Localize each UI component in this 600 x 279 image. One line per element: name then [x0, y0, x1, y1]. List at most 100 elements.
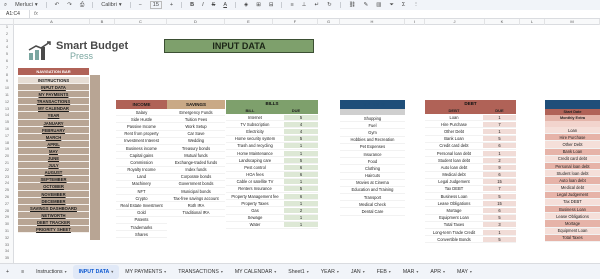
align-icon[interactable]: ≡ [290, 2, 293, 8]
debt-row[interactable]: Hire Purchase 7 [425, 121, 516, 129]
link-icon[interactable]: ⛓ [349, 2, 356, 8]
right-panel-item[interactable]: Other Debt [545, 141, 600, 149]
nav-link[interactable]: JANUARY [18, 119, 89, 127]
row-header[interactable]: 29 [0, 215, 14, 219]
row-header[interactable]: 11 [0, 93, 14, 97]
column-header[interactable]: D [167, 19, 225, 25]
debt-row[interactable]: Auto loan debt 9 [425, 164, 516, 172]
column-header[interactable]: E [225, 19, 273, 25]
nav-link[interactable]: TRANSACTIONS [18, 98, 89, 106]
debt-row[interactable]: Long-term Trade Credit 1 [425, 229, 516, 237]
right-panel-item[interactable]: Personal loan debt [545, 162, 600, 171]
debt-row[interactable]: Convertible Bonds 5 [425, 236, 516, 244]
bill-row[interactable]: Landscaping care 5 [226, 157, 318, 165]
income-item[interactable]: NFT [116, 188, 167, 196]
row-header[interactable]: 4 [0, 45, 14, 49]
debt-row[interactable]: Student loan debt 2 [425, 157, 516, 165]
tab-year[interactable]: YEAR ▾ [315, 265, 345, 279]
bill-row[interactable]: Water 1 [226, 222, 318, 229]
nav-link[interactable]: MY PAYMENTS [18, 91, 89, 99]
savings-item[interactable]: Car Save [167, 130, 225, 138]
income-item[interactable]: Real Estate Investment [116, 202, 167, 210]
font-size-increase-button[interactable]: + [170, 2, 173, 8]
nav-link[interactable]: INSTRUCTIONS [18, 77, 89, 85]
expenses-item[interactable]: Clothing [340, 165, 405, 173]
savings-item[interactable]: Wedding [167, 137, 225, 145]
row-header[interactable]: 17 [0, 134, 14, 138]
add-sheet-icon[interactable]: + [0, 265, 15, 279]
row-header[interactable]: 3 [0, 39, 14, 43]
tab-my-calendar[interactable]: MY CALENDAR ▾ [229, 265, 282, 279]
debt-row[interactable]: Tax DEBT 7 [425, 186, 516, 194]
row-header[interactable]: 34 [0, 249, 14, 253]
right-panel-item[interactable]: Credit card debt [545, 155, 600, 163]
tab-sheet1[interactable]: Sheet1 ▾ [282, 265, 314, 279]
income-item[interactable]: Land [116, 173, 167, 181]
zoom-icon[interactable]: ⌕ [4, 2, 7, 9]
bill-row[interactable]: Electricity 4 [226, 128, 318, 136]
row-header[interactable]: 25 [0, 188, 14, 192]
income-item[interactable]: Rent from property [116, 130, 167, 138]
expenses-item[interactable]: Shopping [340, 115, 405, 123]
income-item[interactable]: Passive Income [116, 123, 167, 131]
column-header[interactable]: C [115, 19, 167, 25]
redo-icon[interactable]: ↷ [67, 2, 72, 8]
right-panel-item[interactable]: Mortage [545, 220, 600, 228]
income-item[interactable]: Patents [116, 216, 167, 224]
savings-item[interactable]: Work Setup [167, 123, 225, 131]
nav-link[interactable]: DEBT TRACKER [18, 218, 89, 226]
right-panel-item[interactable]: Medical debt [545, 184, 600, 192]
row-header[interactable]: 12 [0, 100, 14, 104]
column-header[interactable]: B [90, 19, 115, 25]
row-header[interactable]: 31 [0, 229, 14, 233]
debt-row[interactable]: Lease Obligations 15 [425, 200, 516, 208]
savings-item[interactable]: Municipal bonds [167, 188, 225, 196]
savings-item[interactable]: Tax-free savings account [167, 195, 225, 203]
nav-link[interactable]: OCTOBER [18, 183, 89, 191]
nav-link[interactable]: INPUT DATA [18, 84, 89, 92]
row-header[interactable]: 6 [0, 59, 14, 63]
bill-row[interactable]: Property Taxes 1 [226, 200, 318, 208]
right-panel-item[interactable]: Legal Judgement [545, 191, 600, 199]
income-item[interactable]: Side Hustle [116, 116, 167, 124]
tab-my-payments[interactable]: MY PAYMENTS ▾ [119, 265, 172, 279]
bill-row[interactable]: HOA fees 6 [226, 172, 318, 179]
row-header[interactable]: 28 [0, 209, 14, 213]
more-icon[interactable]: ⋮ [413, 2, 419, 8]
bill-row[interactable]: Cable or satellite TV 1 [226, 179, 318, 186]
row-header[interactable]: 1 [0, 25, 14, 29]
nav-link[interactable]: AUGUST [18, 169, 89, 177]
expenses-item[interactable]: Transport [340, 194, 405, 202]
debt-row[interactable]: Loan 1 [425, 114, 516, 122]
row-header[interactable]: 15 [0, 120, 14, 124]
nav-link[interactable]: MY CALENDAR [18, 105, 89, 113]
debt-row[interactable]: Total Taxes 3 [425, 222, 516, 229]
nav-link[interactable]: PRIORITY SHEET [18, 225, 89, 234]
bill-row[interactable]: Internet 5 [226, 114, 318, 122]
income-item[interactable]: Crypto [116, 195, 167, 203]
nav-link[interactable]: YEAR [18, 112, 89, 120]
undo-icon[interactable]: ↶ [55, 2, 60, 8]
row-header[interactable]: 8 [0, 73, 14, 77]
right-panel-item[interactable]: Auto loan debt [545, 177, 600, 185]
income-item[interactable]: Business income [116, 144, 167, 153]
row-header[interactable]: 32 [0, 236, 14, 240]
row-header[interactable]: 27 [0, 202, 14, 206]
column-header[interactable]: F [273, 19, 318, 25]
expenses-item[interactable]: Food [340, 158, 405, 166]
row-header[interactable]: 19 [0, 147, 14, 151]
wrap-icon[interactable]: ↵ [314, 2, 319, 8]
expenses-item[interactable]: Dental Care [340, 208, 405, 216]
savings-item[interactable]: Index funds [167, 166, 225, 174]
row-header[interactable]: 14 [0, 113, 14, 117]
bill-row[interactable]: Renters Insurance 5 [226, 186, 318, 194]
savings-item[interactable]: Corporate bonds [167, 173, 225, 181]
expenses-item[interactable]: Pet Expenses [340, 143, 405, 151]
expenses-item[interactable]: Haircuts [340, 172, 405, 180]
savings-item[interactable]: Emergency Funds [167, 109, 225, 117]
right-panel-item[interactable]: Business Loan [545, 206, 600, 214]
expenses-item[interactable]: Insurance [340, 150, 405, 159]
row-header[interactable]: 10 [0, 86, 14, 90]
savings-item[interactable]: Roth IRA [167, 202, 225, 210]
valign-icon[interactable]: ⊥ [302, 2, 307, 8]
